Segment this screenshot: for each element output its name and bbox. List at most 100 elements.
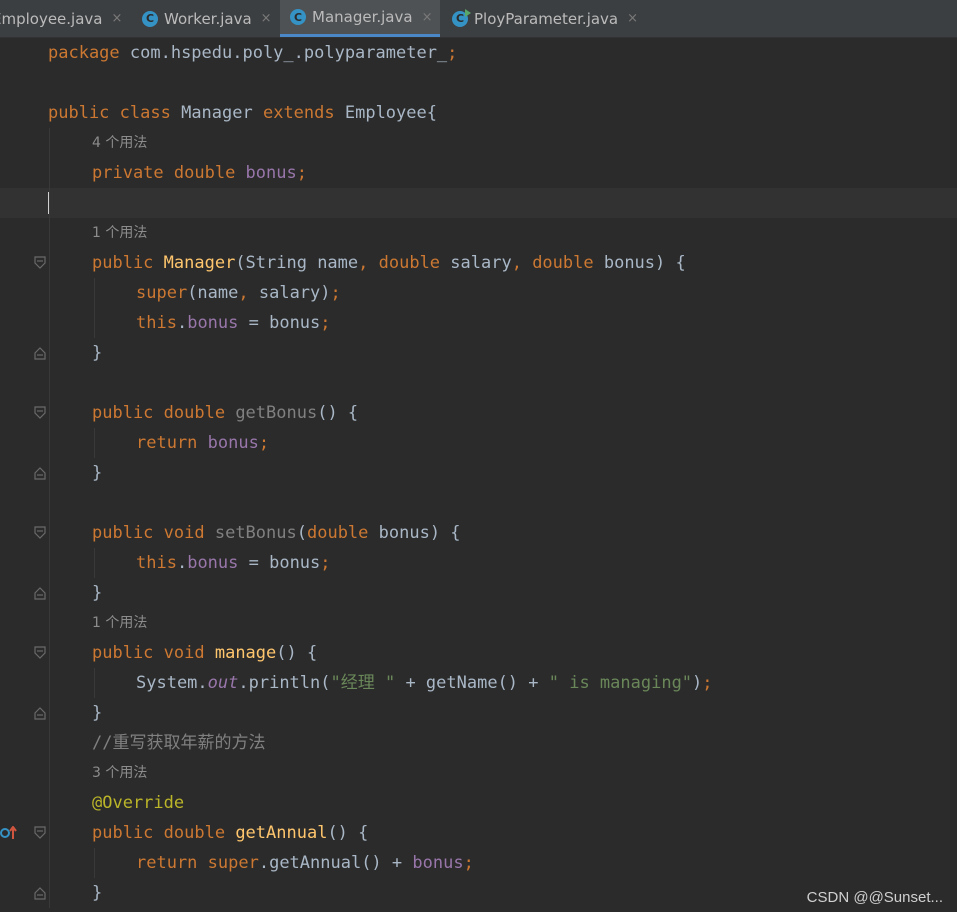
code-token: Employee{ [344,103,437,123]
code-token: super [207,853,259,873]
usage-hint[interactable]: 1 个用法 [92,218,147,248]
fold-open-icon[interactable] [34,406,46,420]
code-token: + getName() + [395,673,549,693]
class-icon: C [142,10,158,27]
code-text: public double getAnnual() { [92,818,368,848]
code-token: , [358,253,379,273]
code-token: extends [262,103,345,123]
code-token: out [207,673,239,693]
fold-close-icon[interactable] [34,346,46,360]
usage-hint[interactable]: 1 个用法 [92,608,147,638]
code-token: . [176,313,188,333]
tab-manager[interactable]: C Manager.java × [280,0,440,37]
code-token: . [176,553,188,573]
code-line[interactable]: 1 个用法 [0,608,957,638]
code-line[interactable] [0,68,957,98]
code-token: } [92,463,103,483]
code-line[interactable]: //重写获取年薪的方法 [0,728,957,758]
code-token: .getAnnual() + [258,853,413,873]
code-token: ; [447,43,458,63]
code-token: public [92,823,164,843]
code-token: } [92,883,103,903]
code-token: public [92,523,164,543]
code-token: //重写获取年薪的方法 [92,733,266,753]
code-token: , [511,253,533,273]
code-text: public void manage() { [92,638,317,668]
code-token: bonus [207,433,259,453]
code-line[interactable]: this.bonus = bonus; [0,308,957,338]
code-token: ; [330,283,341,303]
override-gutter-icon[interactable] [0,825,18,843]
code-line[interactable]: return bonus; [0,428,957,458]
fold-close-icon[interactable] [34,886,46,900]
fold-close-icon[interactable] [34,706,46,720]
code-line[interactable]: 4 个用法 [0,128,957,158]
usage-hint[interactable]: 4 个用法 [92,128,147,158]
code-token: (name [187,283,239,303]
code-line[interactable] [0,488,957,518]
code-token: ; [320,553,331,573]
fold-open-icon[interactable] [34,826,46,840]
close-icon[interactable]: × [627,11,638,26]
tab-employee[interactable]: Employee.java × [0,0,130,37]
code-line[interactable]: package com.hspedu.poly_.polyparameter_; [0,38,957,68]
close-icon[interactable]: × [261,11,272,26]
indent-guide [94,848,95,878]
code-token: salary [450,253,512,273]
class-icon: C [290,9,306,25]
code-token: salary) [258,283,331,303]
code-text: private double bonus; [92,158,307,188]
code-line[interactable]: public void manage() { [0,638,957,668]
code-line[interactable]: public void setBonus(double bonus) { [0,518,957,548]
fold-close-icon[interactable] [34,586,46,600]
close-icon[interactable]: × [112,11,123,26]
code-token: ; [296,163,307,183]
code-token: double [306,523,379,543]
code-line[interactable]: private double bonus; [0,158,957,188]
code-line[interactable]: 1 个用法 [0,218,957,248]
code-line[interactable]: public double getBonus() { [0,398,957,428]
code-text: package com.hspedu.poly_.polyparameter_; [48,38,457,68]
tab-worker[interactable]: C Worker.java × [130,0,280,37]
usage-hint[interactable]: 3 个用法 [92,758,147,788]
code-token: () { [276,643,318,663]
runnable-class-icon: C [452,8,471,27]
code-token: getAnnual [235,823,328,843]
fold-open-icon[interactable] [34,646,46,660]
code-token: ; [702,673,713,693]
fold-close-icon[interactable] [34,466,46,480]
fold-open-icon[interactable] [34,526,46,540]
code-text: System.out.println("经理 " + getName() + "… [136,668,713,698]
code-token: public [92,403,164,423]
code-line[interactable] [0,188,957,218]
code-line[interactable]: } [0,458,957,488]
code-line[interactable]: public double getAnnual() { [0,818,957,848]
fold-open-icon[interactable] [34,256,46,270]
code-line[interactable]: @Override [0,788,957,818]
code-line[interactable]: this.bonus = bonus; [0,548,957,578]
code-line[interactable]: } [0,338,957,368]
code-token: private [92,163,174,183]
code-line[interactable]: System.out.println("经理 " + getName() + "… [0,668,957,698]
code-line[interactable]: } [0,578,957,608]
code-token: public [92,253,164,273]
code-token: this [136,313,177,333]
close-icon[interactable]: × [422,10,433,25]
code-line[interactable]: return super.getAnnual() + bonus; [0,848,957,878]
code-line[interactable]: } [0,698,957,728]
code-line[interactable]: 3 个用法 [0,758,957,788]
code-line[interactable]: super(name, salary); [0,278,957,308]
code-line[interactable]: public class Manager extends Employee{ [0,98,957,128]
code-token: double [532,253,604,273]
code-text: } [92,578,102,608]
code-line[interactable] [0,368,957,398]
tab-ployparameter[interactable]: C PloyParameter.java × [440,0,640,37]
code-token: .println( [238,673,331,693]
code-token: = bonus [238,553,321,573]
code-line[interactable]: public Manager(String name, double salar… [0,248,957,278]
indent-guide [49,128,50,908]
code-token: } [92,703,103,723]
code-token: public [92,643,164,663]
code-editor[interactable]: package com.hspedu.poly_.polyparameter_;… [0,38,957,912]
code-token: double [163,403,236,423]
